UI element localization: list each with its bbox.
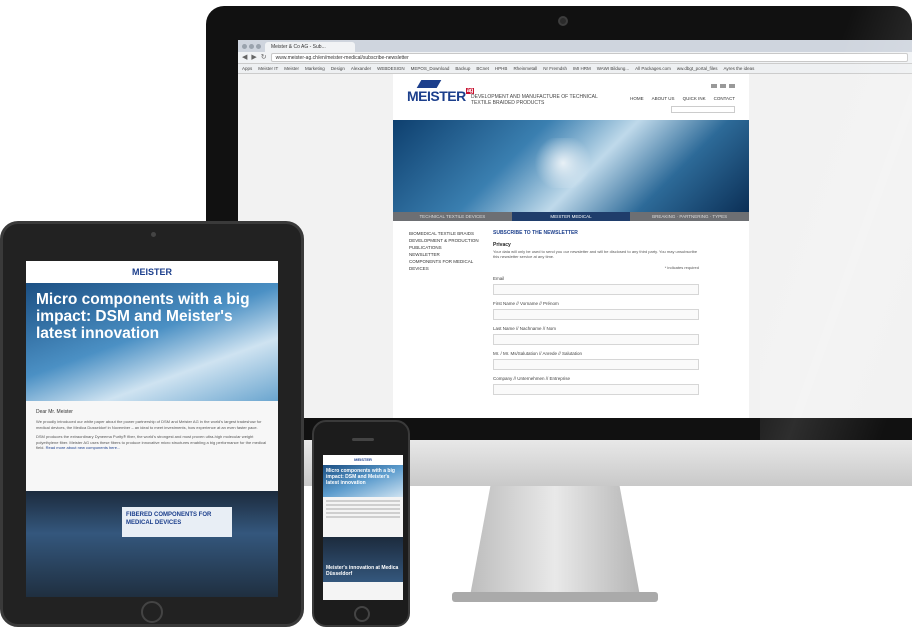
read-more-link[interactable]: Read more about new components here... [46,445,121,450]
window-controls[interactable] [242,40,261,52]
home-button[interactable] [354,606,370,622]
logo-text: MEISTERag [407,88,474,104]
email-field[interactable] [493,284,699,295]
screen-glare [760,6,912,440]
tablet-device: MEISTER Micro components with a big impa… [0,221,304,627]
site-tagline: DEVELOPMENT AND MANUFACTURE OF TECHNICAL… [471,94,598,106]
field-label: Email [493,276,505,281]
logo-swoosh-icon [416,80,442,88]
last-name-field[interactable] [493,334,699,345]
site-search-input[interactable] [671,106,735,113]
tab-technical-textile[interactable]: TECHNICAL TEXTILE DEVICES [393,212,512,221]
bookmark-item[interactable]: Design [331,66,345,71]
reload-icon[interactable]: ↻ [261,52,267,64]
sidebar-item[interactable]: DEVELOPMENT & PRODUCTION [409,237,489,244]
top-navigation: HOME ABOUT US QUICK INK CONTACT [630,96,735,101]
phone-device: MEISTER Micro components with a big impa… [312,420,410,627]
bookmark-item[interactable]: Meister [284,66,299,71]
speaker-icon [352,438,374,441]
bookmark-item[interactable]: All Packages.com [635,66,671,71]
tab-meister-medical[interactable]: MEISTER MEDICAL [511,212,631,221]
bookmark-item[interactable]: ww.dbgt_portal_files [677,66,718,71]
bookmark-item[interactable]: MEPOS_Download [411,66,450,71]
sidebar-item[interactable]: BIOMEDICAL TEXTILE BRAIDS [409,230,489,237]
camera-icon [151,232,156,237]
bookmark-item[interactable]: Nr Fremdsh [543,66,567,71]
photo-banner: FIBERED COMPONENTS FOR MEDICAL DEVICES [122,507,232,537]
sidebar-item[interactable]: PUBLICATIONS [409,244,489,251]
form-title: SUBSCRIBE TO THE NEWSLETTER [493,230,578,236]
tablet-headline: Micro components with a big impact: DSM … [36,291,250,342]
bookmark-item[interactable]: Meister IT [258,66,278,71]
tab-partnering[interactable]: BREAKING · PARTNERING · TYPES [630,212,750,221]
bookmark-item[interactable]: IMI HRM [573,66,591,71]
bookmark-item[interactable]: Ayres the ideas [723,66,754,71]
bookmark-item[interactable]: Marketing [305,66,325,71]
field-label: First Name // Vorname // Prénom [493,301,559,306]
tablet-logo: MEISTER [26,261,278,283]
website-page: MEISTERag DEVELOPMENT AND MANUFACTURE OF… [393,74,750,418]
phone-text-lines [323,497,403,537]
company-field[interactable] [493,384,699,395]
bookmark-item[interactable]: WAWI Bildung... [597,66,629,71]
hero-image [393,120,749,212]
phone-logo: MEISTER [323,455,403,465]
field-label: Company // Unternehmen // Entreprise [493,376,571,381]
nav-home[interactable]: HOME [630,96,644,101]
back-icon[interactable]: ◀ [242,52,247,64]
bookmark-item[interactable]: WEBDESIGN [377,66,405,71]
phone-headline: Micro components with a big impact: DSM … [323,465,403,497]
paragraph: We proudly introduced our white paper ab… [36,419,262,430]
nav-about[interactable]: ABOUT US [652,96,675,101]
nav-quick-ink[interactable]: QUICK INK [683,96,706,101]
flag-icon [729,84,735,88]
tablet-body: Dear Mr. Meister We proudly introduced o… [26,401,278,491]
sidebar-item[interactable]: COMPONENTS FOR MEDICAL DEVICES [409,258,489,272]
first-name-field[interactable] [493,309,699,320]
forward-icon[interactable]: ▶ [251,52,256,64]
site-logo[interactable]: MEISTERag [407,88,474,104]
bookmark-item[interactable]: HPHB [495,66,508,71]
privacy-title: Privacy [493,242,511,248]
section-tabs: TECHNICAL TEXTILE DEVICES MEISTER MEDICA… [393,212,750,221]
newsletter-form: SUBSCRIBE TO THE NEWSLETTER Privacy Your… [493,230,699,395]
bookmark-item[interactable]: BCnet [476,66,489,71]
nav-contact[interactable]: CONTACT [714,96,735,101]
field-label: Last Name // Nachname // Nom [493,326,557,331]
tablet-hero: Micro components with a big impact: DSM … [26,283,278,401]
bookmark-item[interactable]: Apps [242,66,252,71]
field-label: Mr. / Mr. Ms/Salutation // Anrede // Sal… [493,351,583,356]
privacy-text: Your data will only be used to send you … [493,249,698,259]
flag-icon [720,84,726,88]
imac-foot [452,592,658,602]
sidebar-nav: BIOMEDICAL TEXTILE BRAIDS DEVELOPMENT & … [409,230,489,272]
devices-mockup: Meister & Co AG - Sub... ◀ ▶ ↻ www.meist… [0,0,912,627]
tradeshow-photo: FIBERED COMPONENTS FOR MEDICAL DEVICES [26,491,278,597]
paragraph: DSM produces the extraordinary Dyneema P… [36,434,267,450]
phone-photo-caption: Meister's innovation at Medica Düsseldor… [323,537,403,582]
flag-icon [711,84,717,88]
home-button[interactable] [141,601,163,623]
bookmark-item[interactable]: Backup [455,66,470,71]
camera-icon [558,16,568,26]
browser-tab[interactable]: Meister & Co AG - Sub... [265,42,355,52]
salutation-select[interactable] [493,359,699,370]
bookmark-item[interactable]: Rheinmetall [513,66,537,71]
tablet-screen: MEISTER Micro components with a big impa… [26,261,278,597]
bookmark-item[interactable]: Alexander [351,66,371,71]
phone-screen: MEISTER Micro components with a big impa… [323,455,403,600]
greeting: Dear Mr. Meister [36,409,73,415]
sidebar-item[interactable]: NEWSLETTER [409,251,489,258]
language-flags[interactable] [711,84,735,88]
required-note: * indicates required [664,265,699,270]
imac-stand [470,486,640,596]
